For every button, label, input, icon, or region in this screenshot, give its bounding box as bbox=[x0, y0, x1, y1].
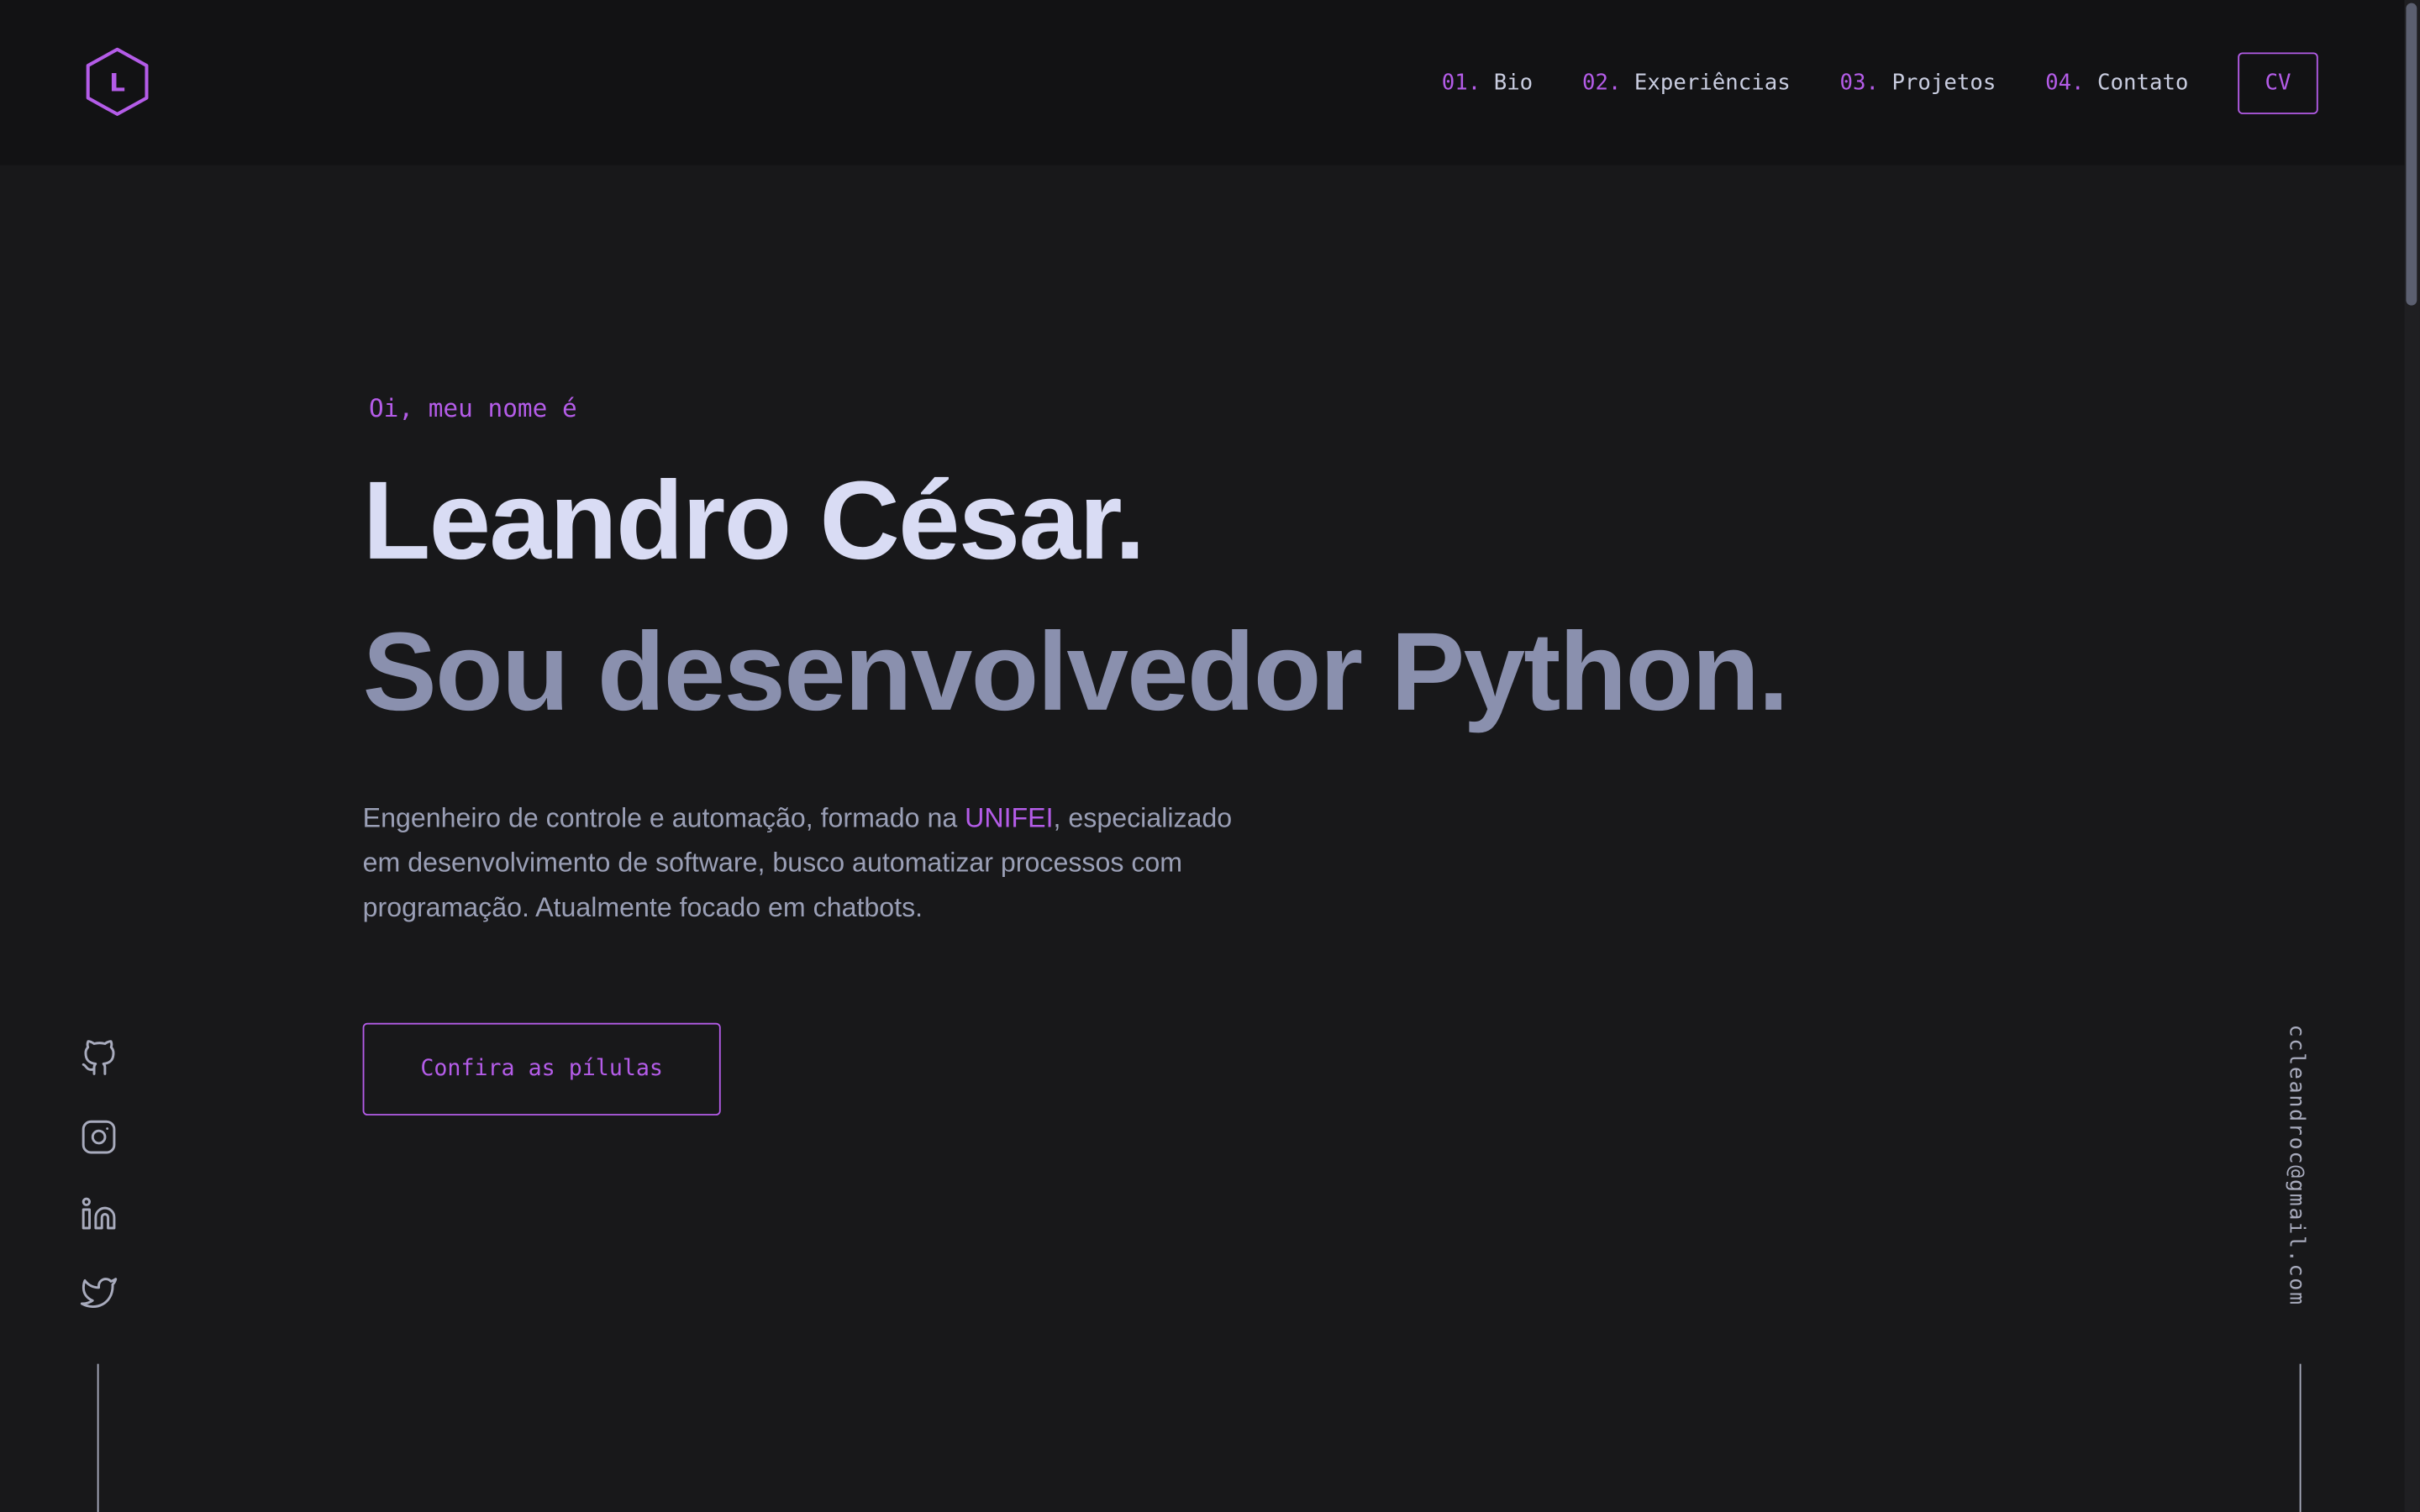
pilulas-button[interactable]: Confira as pílulas bbox=[362, 1022, 721, 1116]
email-link[interactable]: ccleandroc@gmail.com bbox=[2284, 1025, 2308, 1306]
social-divider-line bbox=[97, 1363, 99, 1512]
greeting: Oi, meu nome é bbox=[368, 393, 577, 423]
hero-section: Oi, meu nome é Leandro César. Sou desenv… bbox=[362, 393, 2060, 1116]
nav-item-projetos[interactable]: 03. Projetos bbox=[1839, 71, 1996, 95]
nav-item-label: Projetos bbox=[1891, 70, 1996, 95]
nav-item-number: 01. bbox=[1441, 70, 1481, 95]
hero-role: Sou desenvolvedor Python. bbox=[362, 611, 1789, 735]
nav-item-bio[interactable]: 01. Bio bbox=[1442, 71, 1533, 95]
social-links bbox=[80, 1040, 118, 1352]
unifei-link[interactable]: UNIFEI bbox=[965, 802, 1053, 833]
nav-item-label: Experiências bbox=[1634, 70, 1791, 95]
site-header: L 01. Bio 02. Experiências 03. Projetos … bbox=[0, 0, 2405, 165]
nav-item-label: Bio bbox=[1493, 70, 1534, 95]
cv-button[interactable]: CV bbox=[2238, 51, 2318, 113]
main-nav: 01. Bio 02. Experiências 03. Projetos 04… bbox=[1442, 0, 2405, 165]
github-icon[interactable] bbox=[81, 1040, 118, 1077]
nav-item-number: 02. bbox=[1581, 70, 1622, 95]
portfolio-page: L 01. Bio 02. Experiências 03. Projetos … bbox=[0, 0, 2420, 1512]
hero-name: Leandro César. bbox=[362, 459, 1146, 584]
scrollbar-thumb[interactable] bbox=[2406, 3, 2417, 306]
nav-item-experiencias[interactable]: 02. Experiências bbox=[1582, 71, 1791, 95]
nav-item-label: Contato bbox=[2097, 70, 2189, 95]
instagram-icon[interactable] bbox=[81, 1118, 118, 1155]
nav-item-number: 03. bbox=[1839, 70, 1879, 95]
hero-description: Engenheiro de controle e automação, form… bbox=[363, 796, 1258, 931]
linkedin-icon[interactable] bbox=[81, 1195, 118, 1232]
description-text: Engenheiro de controle e automação, form… bbox=[362, 802, 965, 833]
twitter-icon[interactable] bbox=[80, 1273, 118, 1310]
nav-item-contato[interactable]: 04. Contato bbox=[2045, 71, 2188, 95]
logo-letter: L bbox=[109, 66, 125, 97]
scrollbar[interactable] bbox=[2404, 0, 2420, 1512]
logo[interactable]: L bbox=[83, 46, 151, 117]
email-container: ccleandroc@gmail.com bbox=[2284, 1025, 2317, 1318]
email-divider-line bbox=[2299, 1363, 2302, 1512]
nav-item-number: 04. bbox=[2045, 70, 2085, 95]
